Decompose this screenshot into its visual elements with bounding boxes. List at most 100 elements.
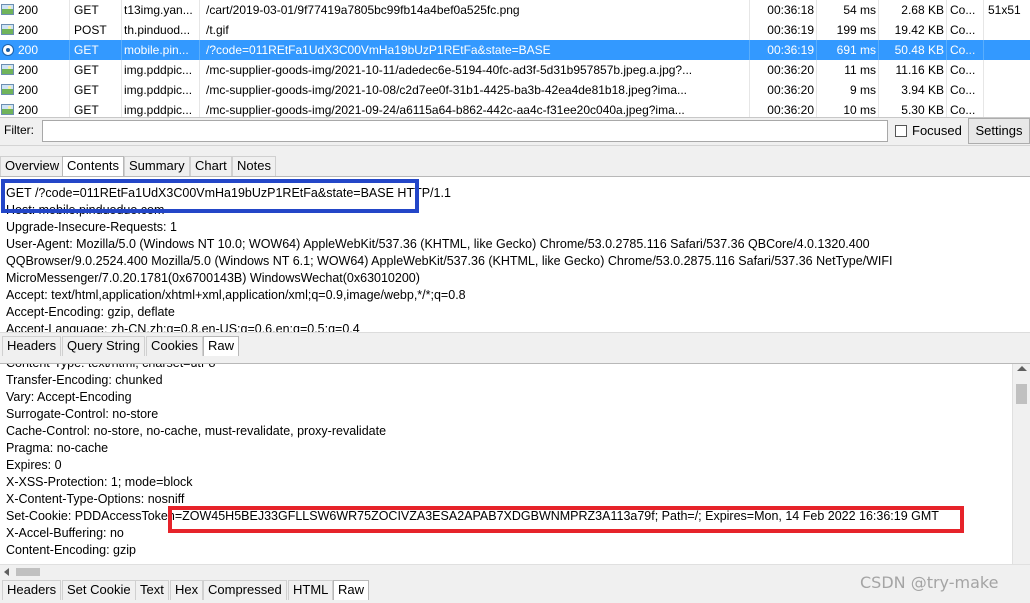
response-header: X-Accel-Buffering: no (6, 526, 124, 540)
filter-label: Filter: (4, 123, 34, 137)
request-line-highlight-box (1, 179, 419, 213)
scroll-up-icon[interactable] (1017, 366, 1027, 371)
session-duration: 11 ms (817, 60, 879, 80)
request-header: Upgrade-Insecure-Requests: 1 (6, 220, 177, 234)
session-content-type: Co... (948, 0, 984, 20)
session-size: 2.68 KB (879, 0, 947, 20)
session-row[interactable]: 200 GET img.pddpic... /mc-supplier-goods… (0, 80, 1030, 100)
session-result: 200 (16, 80, 70, 100)
request-header: Accept: text/html,application/xhtml+xml,… (6, 288, 466, 302)
session-size: 3.94 KB (879, 80, 947, 100)
tab-hex[interactable]: Hex (170, 580, 204, 600)
focused-checkbox[interactable] (895, 125, 907, 137)
session-row[interactable]: 200 GET t13img.yan... /cart/2019-03-01/9… (0, 0, 1030, 20)
session-size: 11.16 KB (879, 60, 947, 80)
image-icon (0, 20, 16, 40)
response-header: Expires: 0 (6, 458, 62, 472)
tab-compressed[interactable]: Compressed (203, 580, 287, 600)
session-dimensions (986, 60, 1030, 80)
session-url: /mc-supplier-goods-img/2021-09-24/a6115a… (204, 100, 750, 117)
request-tabs: Headers Query String Cookies Raw (0, 332, 1030, 358)
session-url: /cart/2019-03-01/9f77419a7805bc99fb14a4b… (204, 0, 750, 20)
response-raw-view[interactable]: Content-Type: text/html; charset=utf-8 T… (0, 364, 1012, 564)
session-list[interactable]: 200 GET t13img.yan... /cart/2019-03-01/9… (0, 0, 1030, 118)
session-result: 200 (16, 20, 70, 40)
tab-response-raw[interactable]: Raw (333, 580, 370, 600)
image-icon (0, 0, 16, 20)
response-header: Pragma: no-cache (6, 441, 109, 455)
scrollbar-thumb[interactable] (16, 568, 40, 576)
request-header: Accept-Language: zh-CN,zh;q=0.8,en-US;q=… (6, 322, 360, 332)
tab-set-cookie[interactable]: Set Cookie (62, 580, 136, 600)
session-time: 00:36:18 (765, 0, 817, 20)
tab-request-raw[interactable]: Raw (203, 336, 240, 356)
session-protocol: GET (72, 40, 122, 60)
session-dimensions (986, 80, 1030, 100)
tab-query-string[interactable]: Query String (62, 336, 145, 356)
session-size: 5.30 KB (879, 100, 947, 117)
session-size: 19.42 KB (879, 20, 947, 40)
session-url: /?code=011REtFa1UdX3C00VmHa19bUzP1REtFa&… (204, 40, 750, 60)
session-host: img.pddpic... (122, 60, 200, 80)
session-duration: 691 ms (817, 40, 879, 60)
response-header: Content-Type: text/html; charset=utf-8 (6, 364, 215, 372)
tab-cookies[interactable]: Cookies (146, 336, 203, 356)
tab-request-headers[interactable]: Headers (2, 336, 62, 356)
session-row[interactable]: 200 GET img.pddpic... /mc-supplier-goods… (0, 60, 1030, 80)
watermark: CSDN @try-make (860, 573, 999, 592)
session-host: img.pddpic... (122, 80, 200, 100)
session-time: 00:36:19 (765, 40, 817, 60)
tab-chart[interactable]: Chart (190, 156, 232, 176)
settings-button[interactable]: Settings (968, 118, 1030, 144)
session-content-type: Co... (948, 100, 984, 117)
request-header: User-Agent: Mozilla/5.0 (Windows NT 10.0… (6, 237, 870, 251)
session-result: 200 (16, 100, 70, 117)
set-cookie-highlight-box (168, 506, 964, 533)
session-protocol: POST (72, 20, 122, 40)
request-header: QQBrowser/9.0.2524.400 Mozilla/5.0 (Wind… (6, 254, 893, 268)
session-row-selected[interactable]: 200 GET mobile.pin... /?code=011REtFa1Ud… (0, 40, 1030, 60)
session-protocol: GET (72, 100, 122, 117)
session-row[interactable]: 200 POST th.pinduod... /t.gif 00:36:19 1… (0, 20, 1030, 40)
scroll-left-icon[interactable] (4, 568, 9, 576)
session-protocol: GET (72, 0, 122, 20)
session-url: /mc-supplier-goods-img/2021-10-08/c2d7ee… (204, 80, 750, 100)
request-header: MicroMessenger/7.0.20.1781(0x6700143B) W… (6, 271, 420, 285)
session-host: th.pinduod... (122, 20, 200, 40)
image-icon (0, 80, 16, 100)
session-url: /mc-supplier-goods-img/2021-10-11/adedec… (204, 60, 750, 80)
response-header: Surrogate-Control: no-store (6, 407, 159, 421)
scrollbar-thumb[interactable] (1016, 384, 1027, 404)
filter-input[interactable] (42, 120, 888, 142)
tab-overview[interactable]: Overview (0, 156, 65, 176)
session-dimensions (986, 20, 1030, 40)
session-time: 00:36:19 (765, 20, 817, 40)
tab-summary[interactable]: Summary (124, 156, 190, 176)
focused-label[interactable]: Focused (912, 123, 962, 138)
session-time: 00:36:20 (765, 60, 817, 80)
session-content-type: Co... (948, 40, 984, 60)
filter-bar: Filter: Focused Settings (0, 118, 1030, 146)
session-result: 200 (16, 60, 70, 80)
tab-response-headers[interactable]: Headers (2, 580, 62, 600)
session-selected-icon (0, 40, 16, 60)
response-header: X-XSS-Protection: 1; mode=block (6, 475, 193, 489)
request-header: Accept-Encoding: gzip, deflate (6, 305, 175, 319)
vertical-scrollbar[interactable] (1012, 364, 1030, 564)
session-duration: 199 ms (817, 20, 879, 40)
session-content-type: Co... (948, 80, 984, 100)
inspector-tabs: Overview Contents Summary Chart Notes (0, 146, 1030, 176)
session-duration: 9 ms (817, 80, 879, 100)
tab-notes[interactable]: Notes (232, 156, 276, 176)
response-header: Content-Encoding: gzip (6, 543, 136, 557)
session-row[interactable]: 200 GET img.pddpic... /mc-supplier-goods… (0, 100, 1030, 117)
tab-text[interactable]: Text (135, 580, 169, 600)
session-protocol: GET (72, 80, 122, 100)
session-protocol: GET (72, 60, 122, 80)
tab-html[interactable]: HTML (288, 580, 334, 600)
session-host: mobile.pin... (122, 40, 200, 60)
session-content-type: Co... (948, 20, 984, 40)
tab-contents[interactable]: Contents (62, 156, 125, 176)
session-time: 00:36:20 (765, 80, 817, 100)
session-result: 200 (16, 0, 70, 20)
